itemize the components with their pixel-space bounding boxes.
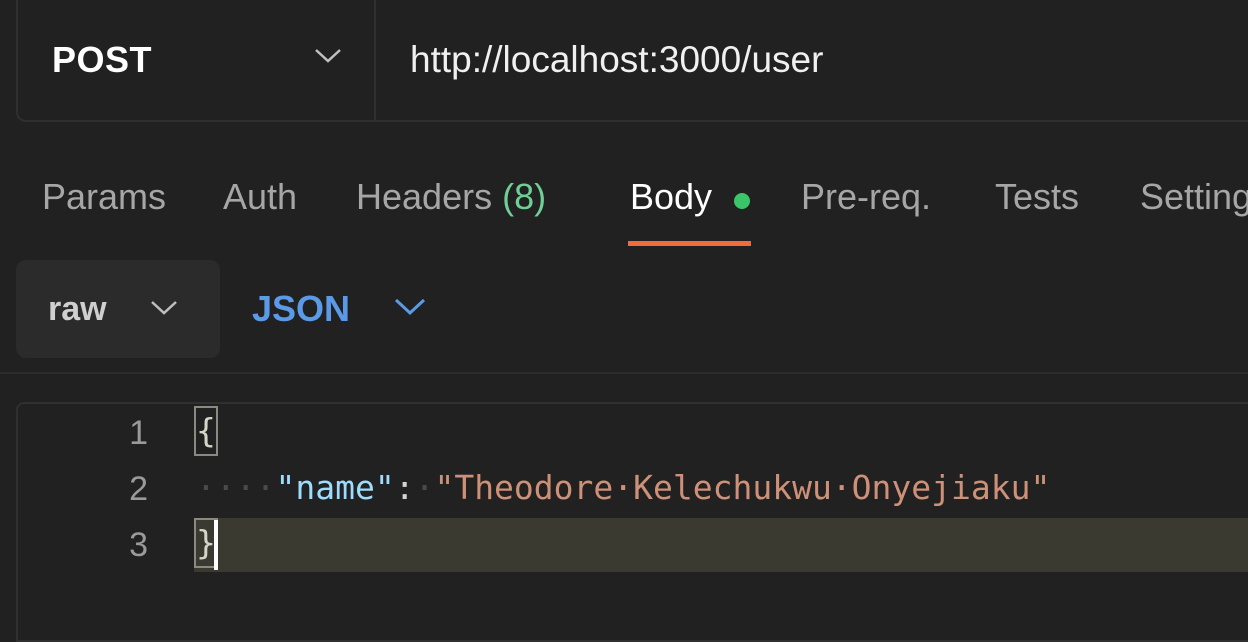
method-select[interactable]: POST [18, 0, 376, 120]
method-label: POST [52, 39, 153, 80]
chevron-down-icon [151, 301, 177, 315]
divider [0, 372, 1248, 374]
code-line: 3 } [18, 518, 1248, 572]
line-number: 2 [129, 470, 148, 508]
chevron-down-icon[interactable] [394, 298, 426, 316]
json-colon: : [394, 468, 415, 507]
line-number: 3 [129, 526, 148, 564]
tab-settings[interactable]: Settings [1140, 176, 1248, 218]
headers-count-badge: (8) [502, 176, 547, 217]
line-number: 1 [129, 414, 148, 452]
code-line: 1 { [18, 406, 1248, 460]
request-tabs: Params Auth Headers (8) Body Pre-req. Te… [0, 170, 1248, 250]
active-tab-underline [628, 241, 751, 246]
body-mode-label: raw [48, 290, 107, 328]
indent-whitespace: ···· [196, 468, 276, 507]
json-value: "Theodore·Kelechukwu·Onyejiaku" [434, 468, 1051, 507]
request-bar: POST http://localhost:3000/user [16, 0, 1248, 122]
code-line: 2 ····"name":·"Theodore·Kelechukwu·Onyej… [18, 462, 1248, 516]
tab-headers[interactable]: Headers (8) [356, 176, 546, 218]
tab-tests[interactable]: Tests [995, 176, 1079, 218]
tab-headers-label: Headers [356, 176, 493, 217]
body-mode-select[interactable]: raw [16, 260, 220, 358]
url-input[interactable]: http://localhost:3000/user [376, 0, 823, 120]
tab-auth[interactable]: Auth [223, 176, 297, 218]
body-language-select[interactable]: JSON [252, 288, 350, 330]
tab-body[interactable]: Body [630, 176, 712, 218]
tab-params[interactable]: Params [42, 176, 166, 218]
open-brace: { [194, 406, 218, 456]
text-cursor [214, 520, 218, 570]
tab-prereq[interactable]: Pre-req. [801, 176, 931, 218]
json-key: "name" [275, 468, 395, 507]
body-modified-dot [734, 193, 750, 209]
code-editor[interactable]: 1 { 2 ····"name":·"Theodore·Kelechukwu·O… [16, 402, 1248, 642]
url-text: http://localhost:3000/user [410, 39, 824, 80]
chevron-down-icon [315, 49, 341, 63]
